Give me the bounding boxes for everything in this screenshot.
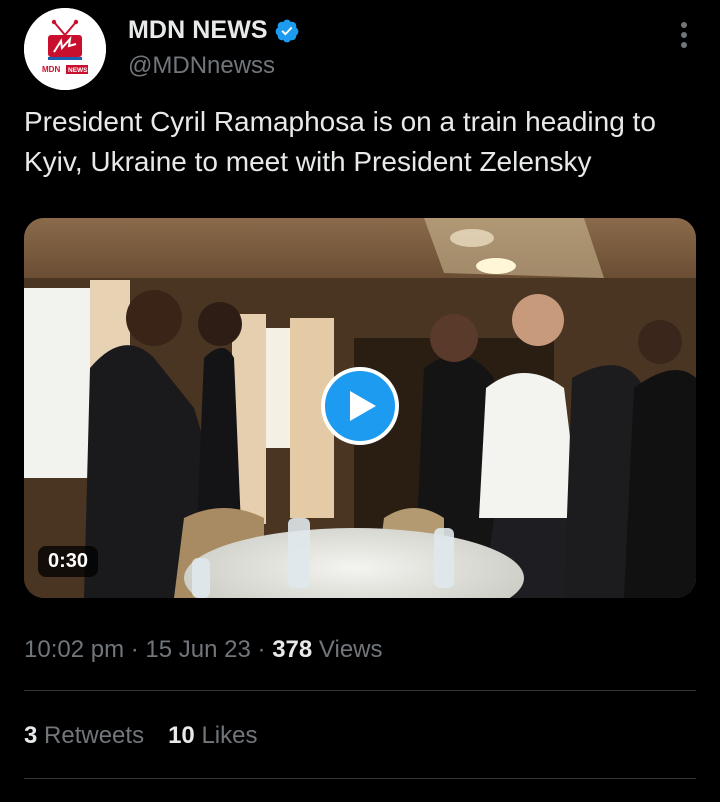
meta-separator: · — [130, 636, 139, 663]
tweet-date[interactable]: 15 Jun 23 — [145, 636, 250, 663]
author-display-name[interactable]: MDN NEWS — [128, 16, 268, 45]
likes-label: Likes — [201, 722, 258, 749]
author-name-row[interactable]: MDN NEWS — [128, 16, 300, 45]
retweets-label: Retweets — [44, 722, 145, 749]
views-label: Views — [318, 636, 383, 663]
avatar[interactable]: MDN NEWS — [24, 8, 106, 90]
likes-stat[interactable]: 10 Likes — [168, 722, 257, 750]
svg-text:NEWS: NEWS — [68, 67, 88, 74]
tweet-header: MDN NEWS MDN NEWS @MDNnewss — [24, 8, 696, 92]
likes-count: 10 — [168, 722, 195, 749]
play-button[interactable] — [321, 367, 399, 445]
tweet-text: President Cyril Ramaphosa is on a train … — [24, 106, 656, 177]
author-handle[interactable]: @MDNnewss — [128, 52, 275, 80]
retweets-count: 3 — [24, 722, 38, 749]
tweet-time[interactable]: 10:02 pm — [24, 636, 124, 663]
meta-separator: · — [257, 636, 266, 663]
video-duration-badge: 0:30 — [38, 546, 99, 577]
retweets-stat[interactable]: 3 Retweets — [24, 722, 144, 750]
mdn-logo-icon: MDN NEWS — [24, 8, 106, 90]
views-count: 378 — [272, 636, 313, 663]
tweet-meta: 10:02 pm · 15 Jun 23 · 378 Views — [24, 636, 383, 664]
more-options-icon[interactable] — [672, 22, 696, 54]
play-icon — [350, 391, 376, 421]
engagement-stats: 3 Retweets 10 Likes — [24, 722, 281, 750]
svg-text:MDN: MDN — [42, 65, 60, 74]
video-player[interactable]: 0:30 — [24, 218, 696, 598]
divider — [24, 778, 696, 779]
verified-badge-icon — [274, 18, 300, 44]
divider — [24, 690, 696, 691]
